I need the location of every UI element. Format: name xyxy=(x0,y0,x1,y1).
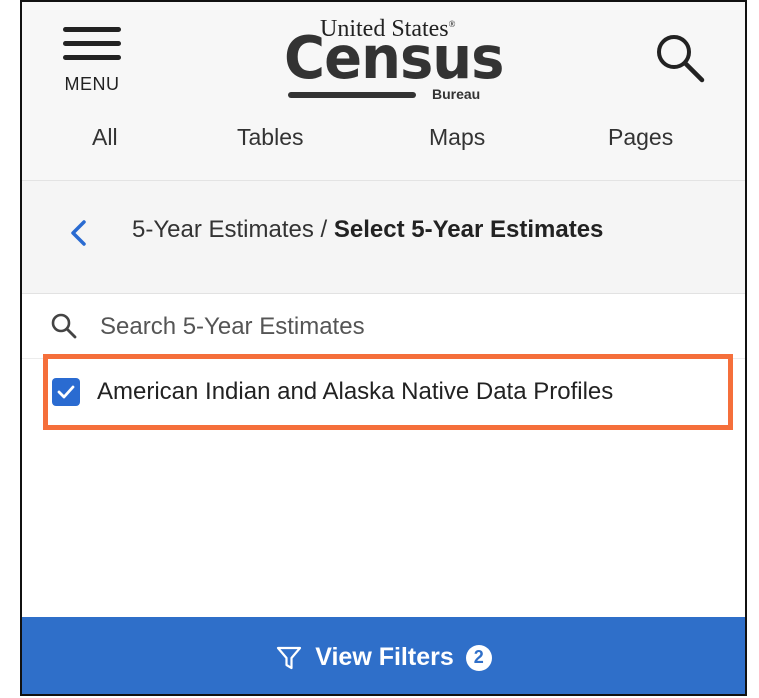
breadcrumb-current: Select 5-Year Estimates xyxy=(333,216,604,243)
tab-all[interactable]: All xyxy=(92,124,118,151)
hamburger-icon xyxy=(63,24,121,64)
breadcrumb-text: 5-Year Estimates / Select 5-Year Estimat… xyxy=(132,216,603,244)
tab-pages[interactable]: Pages xyxy=(608,124,673,151)
view-filters-button[interactable]: View Filters 2 xyxy=(22,617,745,694)
census-logo[interactable]: United States® Census Bureau xyxy=(284,14,504,104)
search-input[interactable] xyxy=(98,306,702,348)
tab-tables[interactable]: Tables xyxy=(237,124,303,151)
search-button[interactable] xyxy=(652,30,708,86)
top-navigation: MENU United States® Census Bureau All Ta… xyxy=(22,2,745,181)
estimates-search xyxy=(22,294,745,359)
breadcrumb: 5-Year Estimates / Select 5-Year Estimat… xyxy=(22,181,745,294)
list-item[interactable]: American Indian and Alaska Native Data P… xyxy=(22,360,745,422)
logo-census: Census xyxy=(284,24,504,93)
app-frame: MENU United States® Census Bureau All Ta… xyxy=(20,0,747,696)
tab-maps[interactable]: Maps xyxy=(429,124,485,151)
view-filters-label: View Filters xyxy=(315,643,454,671)
logo-bureau: Bureau xyxy=(432,86,481,102)
checkmark-icon xyxy=(57,385,75,399)
back-button[interactable] xyxy=(64,217,94,249)
logo-underline xyxy=(288,92,416,98)
filter-count-badge: 2 xyxy=(465,644,492,671)
item-label: American Indian and Alaska Native Data P… xyxy=(97,378,614,405)
search-icon xyxy=(51,313,77,339)
menu-label: MENU xyxy=(64,74,120,94)
menu-button[interactable]: MENU xyxy=(56,24,128,104)
filter-icon xyxy=(277,646,302,669)
breadcrumb-separator: / xyxy=(313,216,334,243)
search-scope-tabs: All Tables Maps Pages xyxy=(22,124,745,164)
breadcrumb-parent[interactable]: 5-Year Estimates xyxy=(132,216,314,243)
chevron-left-icon xyxy=(71,220,86,246)
item-checkbox[interactable] xyxy=(52,378,80,406)
search-icon xyxy=(657,35,705,83)
